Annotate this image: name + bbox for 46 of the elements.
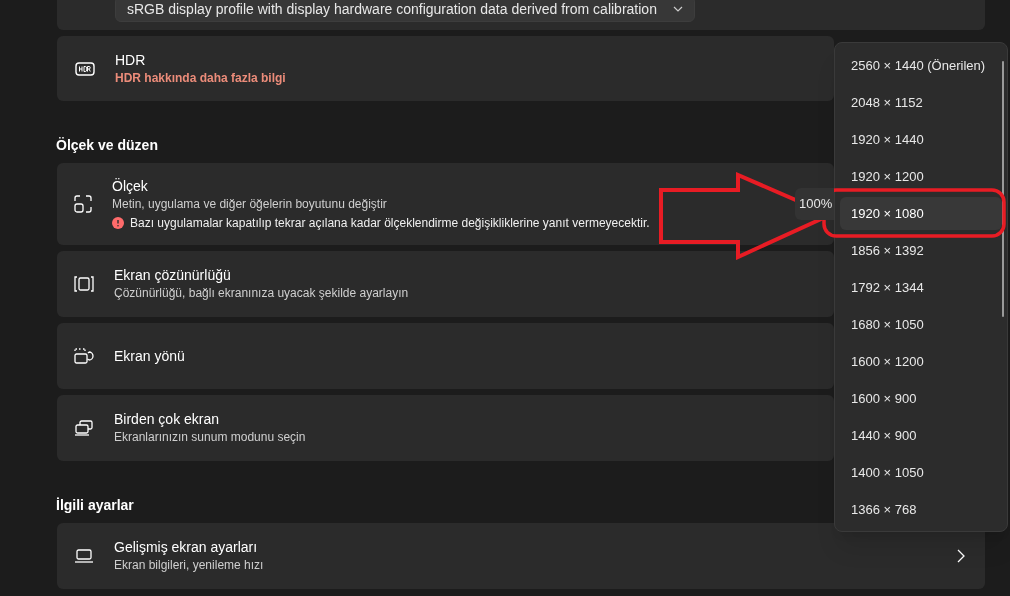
hdr-icon — [75, 61, 95, 76]
setting-title: Ölçek — [112, 177, 149, 196]
chevron-down-icon — [673, 6, 683, 12]
setting-title: Gelişmiş ekran ayarları — [114, 538, 259, 557]
resolution-option[interactable]: 1600 × 1200 — [840, 345, 1002, 378]
setting-card[interactable]: Gelişmiş ekran ayarları Ekran bilgileri, yenileme hızı — [57, 523, 985, 589]
setting-card[interactable]: Ekran çözünürlüğü Çözünürlüğü, bağlı ekranınıza uyacak şekilde ayarlayın — [57, 251, 834, 317]
setting-description: Ekranlarınızın sunum modunu seçin — [114, 429, 306, 446]
section-heading: İlgili ayarlar — [56, 495, 134, 515]
setting-description: Ekran bilgileri, yenileme hızı — [114, 557, 264, 574]
setting-description: Çözünürlüğü, bağlı ekranınıza uyacak şekilde ayarlayın — [114, 285, 409, 302]
laptop-icon — [74, 549, 94, 563]
chevron-right-icon — [957, 549, 965, 563]
resolution-icon — [74, 276, 94, 292]
setting-title: Ekran yönü — [114, 346, 185, 366]
hdr-card[interactable]: HDR HDR hakkında daha fazla bilgi — [57, 36, 834, 101]
error-icon — [112, 217, 124, 229]
setting-title: HDR — [115, 51, 147, 70]
resolution-option[interactable]: 2048 × 1152 — [840, 86, 1002, 119]
profile-value: sRGB display profile with display hardware configuration data derived from calibration — [127, 0, 657, 19]
resolution-option[interactable]: 1600 × 900 — [840, 382, 1002, 415]
resolution-option[interactable]: 1792 × 1344 — [840, 271, 1002, 304]
setting-card[interactable]: Birden çok ekran Ekranlarınızın sunum modunu seçin — [57, 395, 834, 461]
resolution-option[interactable]: 1920 × 1440 — [840, 123, 1002, 156]
two-monitors-icon — [74, 420, 94, 436]
resolution-option[interactable]: 1366 × 768 — [840, 493, 1002, 526]
setting-card[interactable]: Ölçek Metin, uygulama ve diğer öğelerin boyutunu değiştir Bazı uygulamalar kapatılıp tekrar açılana kadar ölçeklendirme değişikliklerine yanıt vermeyecektir. 100% — [57, 163, 834, 245]
scale-dropdown[interactable]: 100% — [795, 188, 834, 220]
scale-icon — [74, 195, 92, 213]
resolution-option[interactable]: 2560 × 1440 (Önerilen) — [840, 49, 1002, 82]
resolution-option[interactable]: 1440 × 900 — [840, 419, 1002, 452]
scrollbar[interactable] — [1002, 61, 1004, 317]
resolution-option[interactable]: 1920 × 1080 — [840, 197, 1002, 230]
resolution-option[interactable]: 1920 × 1200 — [840, 160, 1002, 193]
hdr-link[interactable]: HDR hakkında daha fazla bilgi — [115, 70, 286, 86]
warning-message: Bazı uygulamalar kapatılıp tekrar açılana kadar ölçeklendirme değişikliklerine yanıt vermeyecektir. — [130, 215, 650, 231]
resolution-option[interactable]: 1400 × 1050 — [840, 456, 1002, 489]
setting-title: Ekran çözünürlüğü — [114, 266, 232, 285]
setting-title: Birden çok ekran — [114, 410, 221, 429]
rotate-screen-icon — [74, 348, 94, 364]
setting-description: Metin, uygulama ve diğer öğelerin boyutunu değiştir — [112, 196, 388, 213]
section-heading: Ölçek ve düzen — [56, 135, 158, 155]
setting-card[interactable]: Ekran yönü — [57, 323, 834, 389]
resolution-option[interactable]: 1680 × 1050 — [840, 308, 1002, 341]
resolution-option[interactable]: 1856 × 1392 — [840, 234, 1002, 267]
profile-dropdown[interactable]: sRGB display profile with display hardware configuration data derived from calibration — [115, 0, 695, 22]
